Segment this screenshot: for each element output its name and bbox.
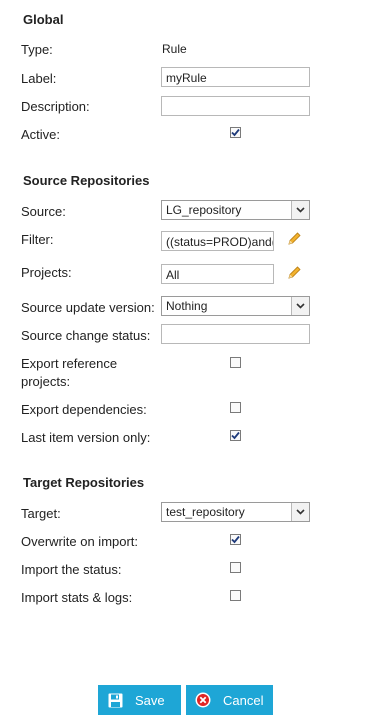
export-reference-checkbox[interactable]: [230, 357, 241, 368]
export-reference-label-line1: Export reference: [21, 356, 118, 371]
projects-label: Projects:: [21, 265, 72, 280]
active-label: Active:: [21, 127, 61, 142]
floppy-disk-icon: [107, 692, 123, 708]
last-item-version-label: Last item version only:: [21, 430, 151, 445]
global-section-title: Global: [23, 12, 64, 27]
target-select[interactable]: test_repository: [161, 502, 310, 522]
checkmark-icon: [231, 431, 240, 440]
export-dependencies-label: Export dependencies:: [21, 402, 147, 417]
source-select[interactable]: LG_repository: [161, 200, 310, 220]
source-label: Source:: [21, 204, 66, 219]
cancel-button-label: Cancel: [223, 692, 264, 708]
target-select-value: test_repository: [166, 505, 245, 519]
overwrite-on-import-label: Overwrite on import:: [21, 534, 139, 549]
filter-input[interactable]: ((status=PROD)and(: [161, 231, 274, 251]
type-value: Rule: [162, 42, 187, 56]
cancel-button[interactable]: Cancel: [186, 685, 273, 715]
import-stats-logs-label: Import stats & logs:: [21, 590, 133, 605]
checkmark-icon: [231, 128, 240, 137]
last-item-version-checkbox[interactable]: [230, 430, 241, 441]
target-label: Target:: [21, 506, 61, 521]
source-section-title: Source Repositories: [23, 173, 150, 188]
description-input[interactable]: [161, 96, 310, 116]
chevron-down-icon[interactable]: [291, 201, 309, 219]
chevron-down-icon[interactable]: [291, 503, 309, 521]
pencil-icon[interactable]: [286, 231, 302, 247]
target-section-title: Target Repositories: [23, 475, 145, 490]
filter-label: Filter:: [21, 232, 54, 247]
label-input[interactable]: myRule: [161, 67, 310, 87]
source-change-status-input[interactable]: [161, 324, 310, 344]
overwrite-on-import-checkbox[interactable]: [230, 534, 241, 545]
checkmark-icon: [231, 535, 240, 544]
save-button[interactable]: Save: [98, 685, 181, 715]
export-reference-label-line2: projects:: [21, 374, 71, 389]
import-status-label: Import the status:: [21, 562, 122, 577]
source-update-version-select[interactable]: Nothing: [161, 296, 310, 316]
export-dependencies-checkbox[interactable]: [230, 402, 241, 413]
active-checkbox[interactable]: [230, 127, 241, 138]
description-label: Description:: [21, 99, 90, 114]
source-change-status-label: Source change status:: [21, 328, 151, 343]
save-button-label: Save: [135, 692, 165, 708]
cancel-circle-icon: [195, 692, 211, 708]
label-label: Label:: [21, 71, 57, 86]
type-label: Type:: [21, 42, 53, 57]
source-update-version-value: Nothing: [166, 299, 208, 313]
source-select-value: LG_repository: [166, 203, 242, 217]
chevron-down-icon[interactable]: [291, 297, 309, 315]
pencil-icon[interactable]: [286, 265, 302, 281]
import-stats-logs-checkbox[interactable]: [230, 590, 241, 601]
projects-input[interactable]: All: [161, 264, 274, 284]
source-update-version-label: Source update version:: [21, 300, 155, 315]
import-status-checkbox[interactable]: [230, 562, 241, 573]
